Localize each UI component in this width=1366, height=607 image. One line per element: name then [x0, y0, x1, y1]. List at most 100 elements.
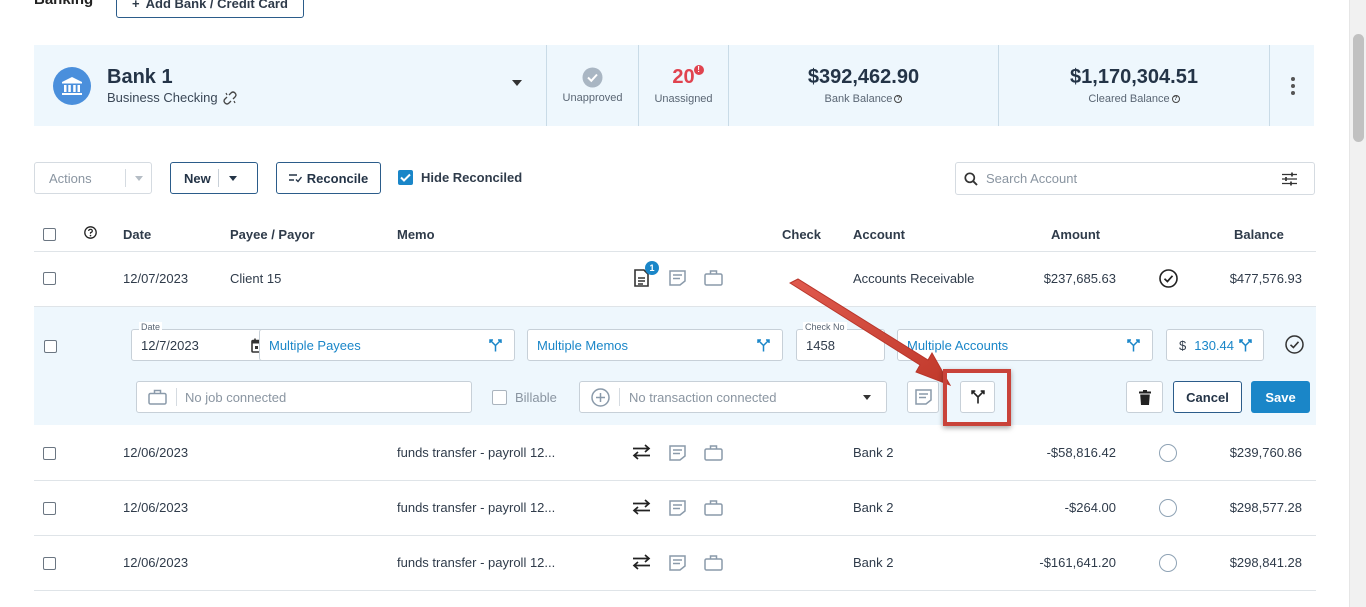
new-label: New [184, 170, 211, 186]
note-icon[interactable] [669, 445, 686, 461]
search-input[interactable] [986, 171, 1276, 186]
unassigned-stat[interactable]: 20! Unassigned [639, 45, 728, 126]
bank-select-dropdown[interactable] [512, 80, 522, 86]
bank-balance-caption: Bank Balance? [825, 93, 903, 105]
job-placeholder: No job connected [185, 389, 287, 405]
briefcase-icon[interactable] [704, 444, 723, 461]
chevron-down-icon [135, 175, 143, 181]
unassigned-label: Unassigned [654, 93, 713, 105]
date-field[interactable]: 12/7/2023 [131, 329, 278, 361]
split-icon[interactable] [489, 339, 502, 352]
column-header-memo[interactable]: Memo [397, 227, 435, 242]
banking-page: Banking + Add Bank / Credit Card Bank 1 … [0, 0, 1366, 607]
briefcase-icon[interactable] [704, 269, 723, 286]
column-header-check[interactable]: Check [782, 227, 821, 242]
column-header-payee[interactable]: Payee / Payor [230, 227, 315, 242]
unapproved-status-icon[interactable] [1159, 444, 1177, 462]
split-icon[interactable] [757, 339, 770, 352]
hide-reconciled-label: Hide Reconciled [421, 170, 523, 185]
cleared-balance-caption: Cleared Balance? [1088, 93, 1180, 105]
row-checkbox[interactable] [43, 447, 56, 460]
note-icon[interactable] [669, 555, 686, 571]
more-options-icon[interactable] [1291, 77, 1295, 95]
search-icon [964, 171, 978, 186]
row-account: Bank 2 [853, 445, 894, 460]
row-date: 12/06/2023 [123, 555, 189, 570]
vertical-scrollbar[interactable] [1349, 0, 1366, 607]
row-checkbox[interactable] [43, 557, 56, 570]
billable-checkbox[interactable] [492, 390, 507, 405]
row-account: Bank 2 [853, 500, 894, 515]
column-header-amount[interactable]: Amount [1051, 227, 1100, 242]
new-dropdown[interactable]: New [170, 162, 258, 194]
account-type-label: Business Checking [107, 90, 218, 105]
delete-button[interactable] [1126, 381, 1163, 413]
row-balance: $239,760.86 [1229, 445, 1302, 460]
transfer-icon [632, 499, 651, 515]
column-header-balance[interactable]: Balance [1234, 227, 1284, 242]
briefcase-icon[interactable] [704, 554, 723, 571]
memo-value: Multiple Memos [537, 337, 629, 353]
date-label: Date [139, 322, 163, 332]
hide-reconciled-checkbox[interactable] [398, 170, 413, 185]
check-circle-icon[interactable] [1285, 335, 1304, 354]
scrollbar-thumb[interactable] [1353, 34, 1364, 142]
column-header-date[interactable]: Date [123, 227, 151, 242]
check-circle-icon [582, 67, 603, 88]
amount-value: 130.44 [1194, 337, 1234, 353]
check-circle-icon[interactable] [1159, 269, 1178, 288]
help-icon[interactable]: ? [1171, 95, 1180, 103]
date-value: 12/7/2023 [141, 337, 199, 353]
row-checkbox[interactable] [43, 502, 56, 515]
bank-balance-value: $392,462.90 [807, 66, 920, 88]
trash-icon [1138, 389, 1151, 405]
add-bank-button[interactable]: + Add Bank / Credit Card [116, 0, 304, 18]
reconcile-icon [288, 174, 302, 183]
page-title: Banking [34, 0, 93, 8]
account-type: Business Checking [107, 90, 238, 105]
billable-toggle[interactable]: Billable [492, 390, 557, 405]
hide-reconciled-toggle[interactable]: Hide Reconciled [398, 170, 522, 185]
reconcile-label: Reconcile [306, 170, 369, 186]
note-icon[interactable] [669, 270, 686, 286]
amount-field[interactable]: $ 130.44 [1166, 329, 1264, 361]
help-icon[interactable] [84, 226, 97, 239]
split-icon[interactable] [1239, 339, 1252, 352]
payee-field[interactable]: Multiple Payees [259, 329, 515, 361]
cleared-balance-stat: $1,170,304.51 Cleared Balance? [999, 45, 1269, 126]
row-checkbox[interactable] [43, 272, 56, 285]
cancel-button[interactable]: Cancel [1173, 381, 1242, 413]
unapproved-status-icon[interactable] [1159, 554, 1177, 572]
transaction-placeholder: No transaction connected [629, 389, 777, 405]
annotation-highlight-box [943, 369, 1011, 426]
bank-icon [53, 67, 91, 105]
add-bank-label: Add Bank / Credit Card [145, 0, 288, 11]
filter-sliders-icon[interactable] [1282, 172, 1297, 186]
annotation-arrow [788, 278, 952, 386]
select-all-checkbox[interactable] [43, 228, 56, 241]
note-icon[interactable] [669, 500, 686, 516]
save-button[interactable]: Save [1251, 381, 1310, 413]
memo-field[interactable]: Multiple Memos [527, 329, 783, 361]
bank-name: Bank 1 [107, 66, 173, 88]
job-field[interactable]: No job connected [136, 381, 472, 413]
chevron-down-icon [229, 175, 237, 181]
row-checkbox[interactable] [44, 340, 57, 353]
column-header-account[interactable]: Account [853, 227, 905, 242]
help-icon[interactable]: ? [894, 95, 903, 103]
attachment-count-badge: 1 [645, 261, 659, 275]
unapproved-status-icon[interactable] [1159, 499, 1177, 517]
row-memo: funds transfer - payroll 12... [397, 445, 556, 460]
row-balance: $298,577.28 [1229, 500, 1302, 515]
unassigned-count: 20! [672, 65, 704, 89]
split-icon[interactable] [1127, 339, 1140, 352]
row-amount: $237,685.63 [1043, 271, 1116, 286]
briefcase-icon[interactable] [704, 499, 723, 516]
row-date: 12/06/2023 [123, 445, 189, 460]
row-date: 12/06/2023 [123, 500, 189, 515]
reconcile-button[interactable]: Reconcile [276, 162, 381, 194]
plus-icon: + [132, 0, 140, 11]
actions-dropdown[interactable]: Actions [34, 162, 152, 194]
unapproved-stat[interactable]: Unapproved [547, 45, 638, 126]
row-memo: funds transfer - payroll 12... [397, 555, 556, 570]
